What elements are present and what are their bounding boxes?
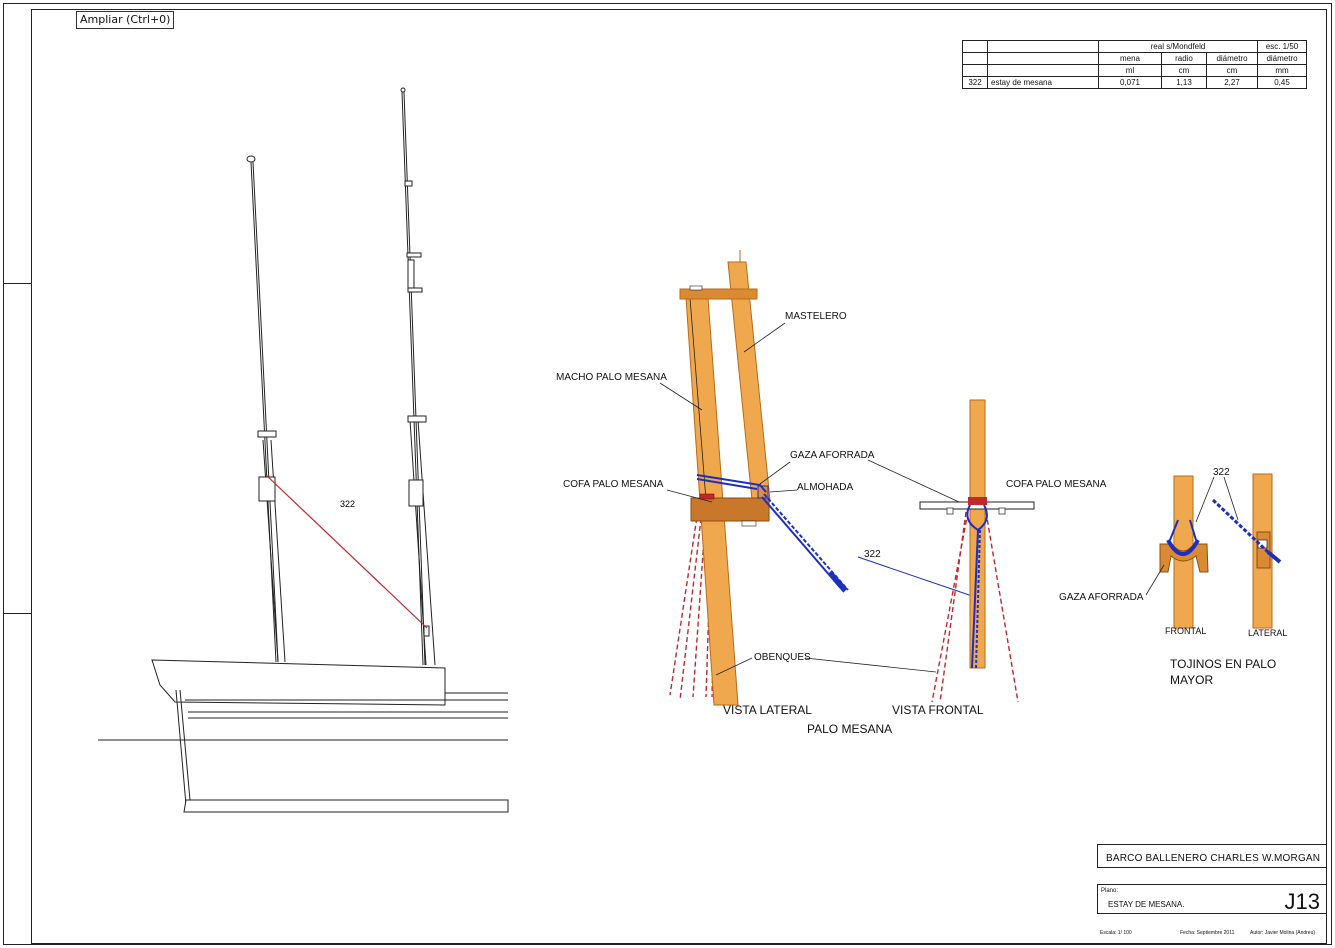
mast-cap — [406, 252, 422, 258]
label-322: 322 — [1213, 467, 1230, 478]
autor-text: Autor: Javier Molina (Andreu) — [1250, 930, 1316, 936]
sheet-name: ESTAY DE MESANA. — [1108, 900, 1185, 909]
label-tojinos: TOJINOS EN PALO — [1170, 657, 1276, 671]
label-tojinos: MAYOR — [1170, 673, 1213, 687]
label-mastelero: MASTELERO — [785, 311, 847, 322]
frontal-view — [919, 399, 1035, 703]
mast — [270, 439, 286, 663]
frontal-band — [968, 497, 987, 505]
hull-line — [175, 689, 187, 806]
cofa-cleat — [741, 520, 757, 527]
mast-band — [407, 259, 415, 291]
stay-line — [761, 496, 845, 593]
mast — [250, 161, 277, 663]
rigging-drawing: 322 MASTELERO MACHO PALO MESANA GAZA AFO… — [98, 87, 1287, 813]
ship-name: BARCO BALLENERO CHARLES W.MORGAN — [1106, 853, 1321, 864]
title-block-sheet: Plano: ESTAY DE MESANA. J13 — [1097, 884, 1327, 914]
label-cofa-frontal: COFA PALO MESANA — [1006, 479, 1107, 490]
top-platform — [690, 497, 770, 522]
label-cofa-lateral: COFA PALO MESANA — [563, 479, 664, 490]
escala-text: Escala: 1/ 100 — [1100, 930, 1132, 936]
hull-deck — [151, 659, 446, 706]
leader-line — [804, 657, 937, 673]
cap-iron — [689, 285, 703, 291]
fecha-text: Fecha: Septiembre 2011 — [1180, 930, 1235, 936]
title-block-ship: BARCO BALLENERO CHARLES W.MORGAN — [1097, 844, 1327, 868]
mast-trestle — [408, 479, 424, 507]
leader-line — [1145, 564, 1165, 596]
label-vista-lateral: VISTA LATERAL — [723, 703, 812, 717]
sheet-code: J13 — [1284, 889, 1320, 914]
leader-line — [1195, 476, 1215, 523]
tojinos-detail — [1159, 473, 1282, 629]
leader-line — [857, 556, 979, 599]
cofa-cleat — [699, 493, 715, 500]
label-gaza-right: GAZA AFORRADA — [1059, 592, 1144, 603]
label-322: 322 — [864, 549, 881, 560]
mast-truck — [246, 155, 256, 163]
mast — [403, 91, 426, 666]
hull-line — [179, 689, 191, 801]
stay-serving — [828, 570, 848, 592]
label-obenques: OBENQUES — [754, 652, 811, 663]
mast — [252, 161, 279, 663]
shroud — [985, 511, 1019, 703]
plano-label: Plano: — [1101, 888, 1119, 894]
shroud — [669, 509, 699, 696]
mast — [401, 91, 424, 666]
mast-cap — [679, 288, 758, 300]
label-vista-frontal: VISTA FRONTAL — [892, 703, 984, 717]
label-palo-mesana: PALO MESANA — [807, 722, 892, 736]
leader-line — [769, 489, 798, 493]
keel — [183, 799, 509, 813]
label-gaza: GAZA AFORRADA — [790, 450, 875, 461]
label-frontal: FRONTAL — [1165, 626, 1206, 636]
mast-cap — [257, 430, 277, 438]
frontal-cleat — [998, 507, 1006, 515]
label-322: 322 — [340, 499, 355, 509]
mast-cap — [407, 287, 423, 293]
shroud — [939, 511, 967, 703]
leader-line — [867, 459, 973, 509]
mast — [262, 439, 279, 663]
ship-profile — [98, 87, 509, 813]
mast-cap — [407, 415, 427, 423]
frontal-cleat — [946, 507, 954, 515]
mast-truck — [400, 87, 406, 93]
mast-band — [404, 180, 413, 187]
label-almohada: ALMOHADA — [797, 482, 853, 493]
mizzen-stay-322 — [265, 474, 428, 629]
label-lateral: LATERAL — [1248, 628, 1287, 638]
label-macho: MACHO PALO MESANA — [556, 372, 667, 383]
